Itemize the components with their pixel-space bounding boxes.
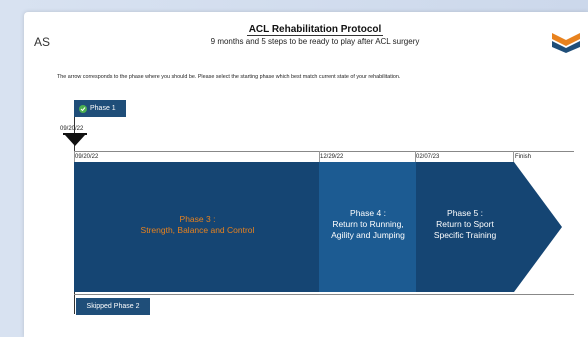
page-subtitle: 9 months and 5 steps to be ready to play… (210, 37, 420, 46)
avatar[interactable]: AS (34, 30, 58, 54)
phase5-title: Phase 5 : (447, 208, 483, 218)
check-icon (79, 104, 87, 113)
current-phase-label: Phase 1 (90, 105, 116, 112)
brand-logo-icon (552, 33, 580, 53)
phase5-subtitle-line2: Specific Training (433, 230, 497, 240)
current-phase-badge[interactable]: Phase 1 (74, 100, 126, 117)
phase5-label: Phase 5 : Return to Sport Specific Train… (416, 208, 514, 241)
timeline-axis (74, 151, 574, 152)
instructions-text: The arrow corresponds to the phase where… (57, 74, 401, 80)
current-marker-date: 09/20/22 (60, 126, 84, 132)
page-title: ACL Rehabilitation Protocol (200, 24, 430, 36)
timeline-date-finish: Finish (515, 154, 532, 160)
phase3-label: Phase 3 : Strength, Balance and Control (100, 214, 295, 236)
phase4-label: Phase 4 : Return to Running, Agility and… (320, 208, 416, 241)
skipped-phase-label: Skipped Phase 2 (86, 303, 140, 310)
timeline-date-phase5: 02/07/23 (416, 154, 440, 160)
phase4-subtitle-line2: Agility and Jumping (331, 230, 405, 240)
phase4-subtitle-line1: Return to Running, (332, 219, 404, 229)
timeline-date-phase4: 12/29/22 (320, 154, 344, 160)
skipped-phase-badge[interactable]: Skipped Phase 2 (76, 298, 150, 315)
phase3-title: Phase 3 : (179, 214, 216, 224)
phase4-title: Phase 4 : (350, 208, 386, 218)
timeline-bottom-axis (74, 294, 574, 295)
phase3-subtitle: Strength, Balance and Control (140, 225, 255, 235)
phase5-subtitle-line1: Return to Sport (436, 219, 494, 229)
current-position-arrow-icon (63, 133, 87, 146)
timeline-date-start: 09/20/22 (75, 154, 99, 160)
page-title-text: ACL Rehabilitation Protocol (246, 24, 384, 36)
